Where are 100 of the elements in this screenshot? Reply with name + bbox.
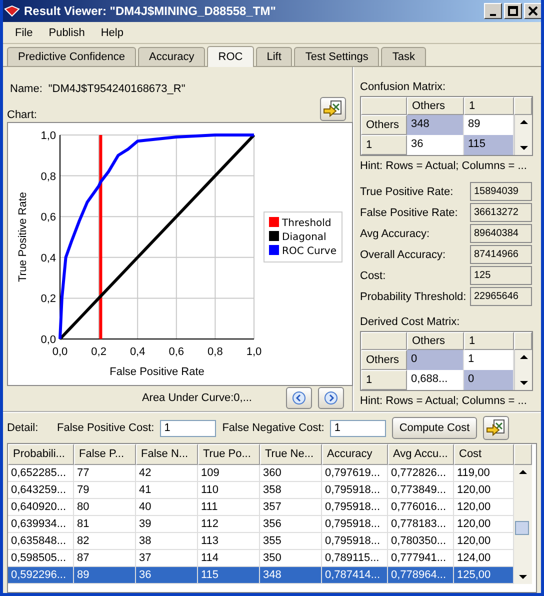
tab[interactable]: Test Settings [294, 47, 380, 66]
input-field[interactable]: 1 [330, 420, 386, 436]
column-header: Others [407, 97, 464, 115]
metric-label: True Positive Rate: [360, 186, 454, 198]
next-button[interactable] [318, 387, 344, 409]
auc-label: Area Under Curve:0,... [142, 392, 252, 404]
table-cell: 40 [136, 499, 198, 516]
export-button[interactable] [482, 416, 509, 440]
table-cell: 0,635848... [8, 533, 74, 550]
menu-item[interactable]: File [7, 26, 41, 38]
legend-label: Threshold [282, 218, 332, 229]
table-cell: 109 [198, 465, 260, 482]
table-cell: 348 [260, 567, 322, 584]
table-cell: 0,787414... [322, 567, 388, 584]
close-button[interactable] [524, 3, 541, 19]
tab[interactable]: ROC [207, 46, 254, 67]
axis-title: True Positive Rate [17, 192, 29, 282]
matrix-cell[interactable]: 0 [407, 350, 464, 370]
table-cell: 115 [198, 567, 260, 584]
column-header[interactable]: Accuracy [322, 444, 388, 465]
previous-button[interactable] [286, 387, 312, 409]
tick-label: 0,4 [40, 252, 56, 264]
column-header[interactable]: False P... [74, 444, 136, 465]
legend-label: ROC Curve [282, 246, 336, 257]
metric-label: Avg Accuracy: [360, 228, 430, 240]
column-header[interactable]: True Po... [198, 444, 260, 465]
chart-label: Chart: [7, 109, 37, 121]
table-cell: 0,640920... [8, 499, 74, 516]
table-cell: 39 [136, 516, 198, 533]
matrix-cell[interactable]: 115 [464, 135, 514, 155]
row-header: 1 [361, 370, 407, 390]
name-value: "DM4J$T954240168673_R" [48, 83, 186, 97]
table-cell: 0,773849... [388, 482, 454, 499]
tick-label: 0,6 [168, 346, 184, 358]
column-header: 1 [464, 332, 514, 350]
table-cell: 120,00 [454, 533, 514, 550]
app-icon [4, 5, 20, 17]
table-cell: 42 [136, 465, 198, 482]
matrix-cell[interactable]: 0 [464, 370, 514, 390]
matrix-cell[interactable]: 348 [407, 115, 464, 135]
tab[interactable]: Task [381, 47, 426, 66]
hint-text: Hint: Rows = Actual; Columns = ... [360, 160, 528, 174]
table-cell: 82 [74, 533, 136, 550]
metric-label: False Positive Rate: [360, 206, 459, 218]
metric-label: Probability Threshold: [360, 290, 468, 302]
minimize-button[interactable] [484, 3, 502, 19]
column-header[interactable]: Cost [454, 444, 514, 465]
scrollbar[interactable] [514, 350, 532, 390]
section-label: Derived Cost Matrix: [360, 316, 461, 330]
detail-label: Detail: [7, 422, 40, 434]
export-icon [486, 419, 506, 437]
table-cell: 120,00 [454, 499, 514, 516]
export-button[interactable] [320, 97, 346, 121]
menu-item[interactable]: Help [92, 26, 132, 38]
metric-label: Cost: [360, 270, 387, 282]
table-cell: 0,652285... [8, 465, 74, 482]
table-cell: 125,00 [454, 567, 514, 584]
tick-label: 0,2 [91, 346, 106, 358]
row-header: Others [361, 350, 407, 370]
table-cell: 38 [136, 533, 198, 550]
tab[interactable]: Predictive Confidence [7, 47, 136, 66]
maximize-button[interactable] [504, 3, 522, 19]
name-label: Name: [10, 83, 42, 97]
table-cell: 0,778964... [388, 567, 454, 584]
column-header[interactable]: True Ne... [260, 444, 322, 465]
table-cell: 111 [198, 499, 260, 516]
next-icon [324, 391, 338, 405]
tick-label: 0,4 [130, 346, 146, 358]
table-cell: 355 [260, 533, 322, 550]
table-cell: 80 [74, 499, 136, 516]
input-field[interactable]: 1 [160, 420, 216, 436]
previous-icon [292, 391, 306, 405]
metric-value: 89640384 [470, 224, 532, 243]
scroll-thumb[interactable] [515, 521, 529, 535]
tab[interactable]: Accuracy [138, 47, 206, 66]
table-cell: 113 [198, 533, 260, 550]
table-cell: 120,00 [454, 482, 514, 499]
tick-label: 1,0 [40, 130, 56, 142]
tick-label: 0,8 [208, 346, 223, 358]
table-cell: 0,592296... [8, 567, 74, 584]
table-cell: 0,795918... [322, 482, 388, 499]
table-cell: 79 [74, 482, 136, 499]
compute-cost-button[interactable]: Compute Cost [392, 417, 477, 439]
column-header[interactable]: Avg Accu... [388, 444, 454, 465]
section-label: Confusion Matrix: [360, 81, 447, 95]
menu-item[interactable]: Publish [40, 26, 93, 38]
axis-title: False Positive Rate [110, 366, 204, 378]
table-cell: 112 [198, 516, 260, 533]
table-cell: 0,776016... [388, 499, 454, 516]
table-cell: 0,643259... [8, 482, 74, 499]
column-header[interactable]: Probabili... [8, 444, 74, 465]
scrollbar[interactable] [514, 115, 532, 155]
column-header: Others [407, 332, 464, 350]
tab[interactable]: Lift [256, 47, 292, 66]
column-header[interactable]: False N... [136, 444, 198, 465]
table-cell: 0,795918... [322, 499, 388, 516]
tick-label: 0,2 [40, 293, 56, 306]
minimize-icon [489, 14, 497, 16]
table-cell: 0,639934... [8, 516, 74, 533]
scrollbar[interactable] [514, 465, 532, 584]
